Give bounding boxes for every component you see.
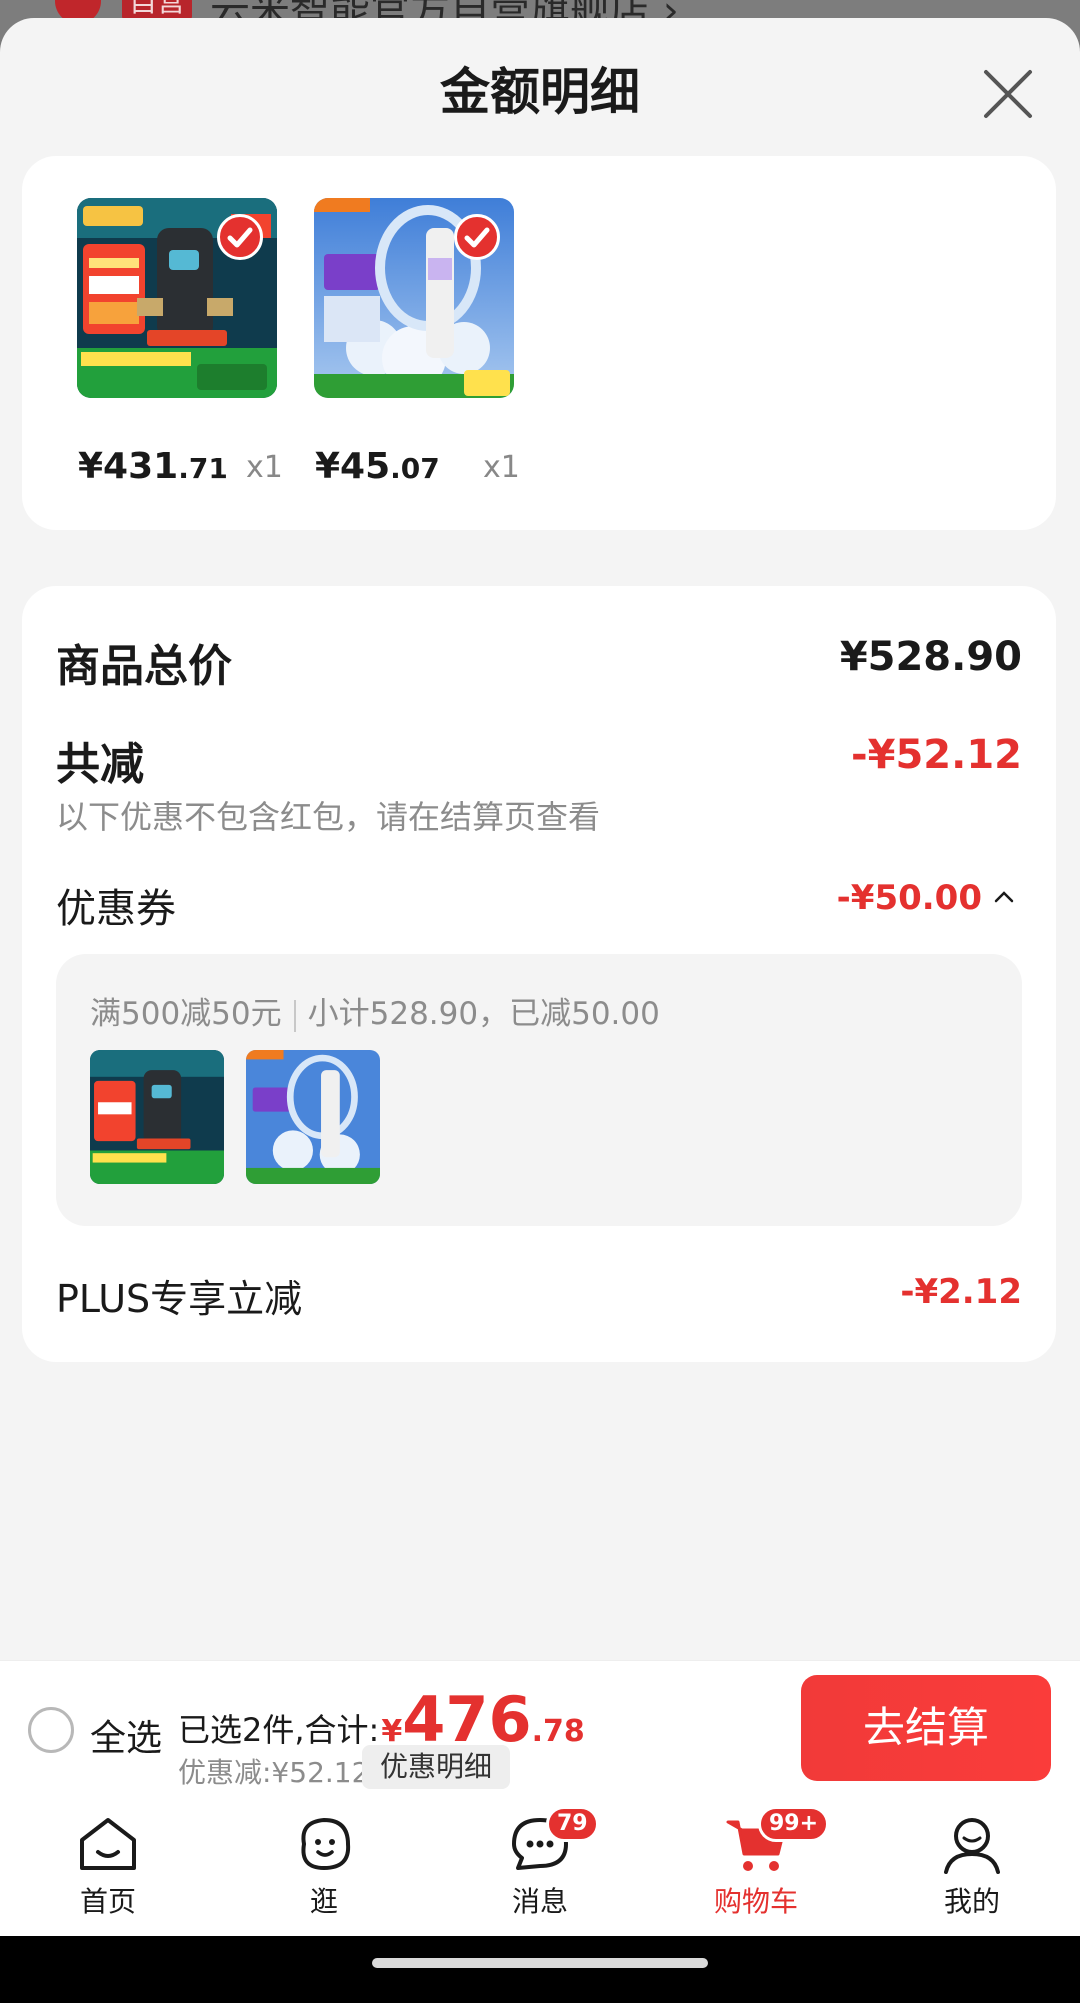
divider <box>293 999 296 1032</box>
tab-messages[interactable]: 79 消息 <box>470 1806 610 1934</box>
total-integer: 476 <box>402 1683 532 1756</box>
tab-label: 首页 <box>79 1885 136 1918</box>
product-price-integer: ¥45 <box>315 446 391 487</box>
selected-total: 已选2件,合计: ¥ 476 .78 <box>178 1689 585 1751</box>
discount-detail-button[interactable]: 优惠明细 <box>362 1745 511 1789</box>
tab-label: 购物车 <box>713 1885 798 1918</box>
currency-symbol: ¥ <box>381 1714 403 1749</box>
product-price-integer: ¥431 <box>78 446 179 487</box>
tab-label: 我的 <box>943 1885 1000 1918</box>
total-decimal: .78 <box>531 1714 585 1749</box>
tab-label: 逛 <box>309 1885 338 1918</box>
cart-count-badge: 99+ <box>758 1806 830 1842</box>
total-reduction-label: 共减 <box>56 739 144 790</box>
amount-detail-sheet: 金额明细 ¥431.71 x1 ¥45.07 x1 商品总价 ¥528.90 共… <box>0 18 1080 1660</box>
water-purifier-thumbnail <box>90 1050 224 1184</box>
selected-count-text: 已选2件,合计: <box>178 1711 380 1749</box>
product-price-decimal: .07 <box>390 452 440 485</box>
product-selected-check-icon <box>454 214 500 260</box>
tab-label: 消息 <box>511 1885 568 1918</box>
reduction-note: 以下优惠不包含红包，请在结算页查看 <box>56 798 601 836</box>
home-icon <box>80 1818 136 1870</box>
checkout-button[interactable]: 去结算 <box>801 1675 1051 1781</box>
product-selected-check-icon <box>217 214 263 260</box>
bottom-tab-bar: 首页 逛 79 消息 99+ 购物车 我的 <box>0 1796 1080 1936</box>
product-quantity: x1 <box>483 450 520 485</box>
tab-home[interactable]: 首页 <box>38 1814 178 1934</box>
select-all-label[interactable]: 全选 <box>90 1709 162 1761</box>
tab-cart[interactable]: 99+ 购物车 <box>686 1806 830 1934</box>
coupon-value: -¥50.00 <box>836 878 982 918</box>
coupon-label: 优惠券 <box>56 886 176 932</box>
tab-browse[interactable]: 逛 <box>254 1814 394 1934</box>
price-breakdown-card: 商品总价 ¥528.90 共减 -¥52.12 以下优惠不包含红包，请在结算页查… <box>22 586 1056 1362</box>
goods-total-label: 商品总价 <box>56 641 232 692</box>
filter-cartridge-product-image[interactable] <box>314 198 514 398</box>
profile-icon <box>944 1818 1000 1874</box>
filter-cartridge-thumbnail <box>246 1050 380 1184</box>
coupon-subtotal: 小计528.90，已减50.00 <box>307 996 660 1032</box>
product-quantity: x1 <box>246 450 283 485</box>
tab-profile[interactable]: 我的 <box>902 1814 1042 1934</box>
browse-icon <box>301 1817 351 1871</box>
product-price-decimal: .71 <box>178 452 228 485</box>
selected-products-card: ¥431.71 x1 ¥45.07 x1 <box>22 156 1056 530</box>
water-purifier-product-image[interactable] <box>77 198 277 398</box>
system-navigation-bar <box>0 1936 1080 2003</box>
message-count-badge: 79 <box>546 1806 599 1842</box>
product-price: ¥431.71 x1 <box>78 446 283 487</box>
close-icon[interactable] <box>976 62 1040 126</box>
total-reduction-value: -¥52.12 <box>851 732 1022 778</box>
coupon-toggle[interactable]: -¥50.00 <box>837 878 1016 918</box>
goods-total-value: ¥528.90 <box>839 634 1022 680</box>
coupon-description: 满500减50元 小计528.90，已减50.00 <box>90 988 660 1033</box>
sheet-title: 金额明细 <box>440 63 640 121</box>
select-all-radio[interactable] <box>28 1707 74 1753</box>
checkout-bar: 全选 已选2件,合计: ¥ 476 .78 优惠减:¥52.12 优惠明细 去结… <box>0 1660 1080 1796</box>
coupon-rule: 满500减50元 <box>90 996 282 1032</box>
discount-summary: 优惠减:¥52.12 <box>178 1756 370 1789</box>
plus-discount-label: PLUS专享立减 <box>56 1277 303 1321</box>
coupon-detail-box: 满500减50元 小计528.90，已减50.00 <box>56 954 1022 1226</box>
chevron-up-icon <box>992 878 1016 918</box>
home-indicator[interactable] <box>372 1958 708 1968</box>
product-price: ¥45.07 x1 <box>315 446 520 487</box>
plus-discount-value: -¥2.12 <box>900 1272 1022 1312</box>
